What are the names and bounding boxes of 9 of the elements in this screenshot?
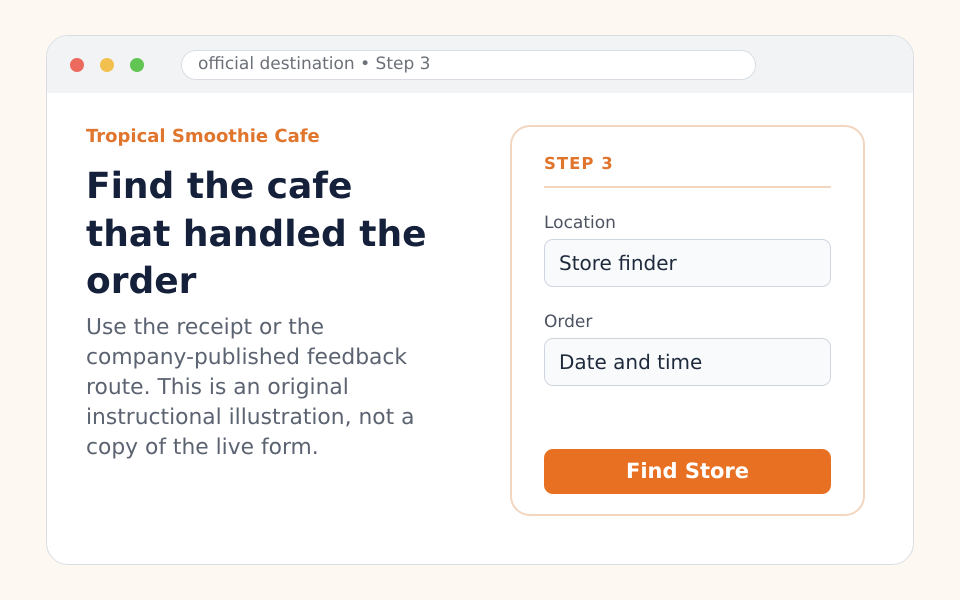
input-field[interactable]: Store finder <box>544 239 831 287</box>
intro-paragraph: Use the receipt or the company-published feedback route. This is an original instructional illustration, not a copy of the live form. <box>86 314 416 462</box>
page-heading: Find the cafe that handled the order <box>86 165 428 304</box>
step-label: STEP 3 <box>544 154 831 188</box>
field-label: Location <box>544 213 616 233</box>
input-field[interactable]: Date and time <box>544 338 831 386</box>
address-bar[interactable]: official destination • Step 3 <box>181 50 756 80</box>
brand-name: Tropical Smoothie Cafe <box>86 125 321 149</box>
field-label: Order <box>544 312 592 332</box>
